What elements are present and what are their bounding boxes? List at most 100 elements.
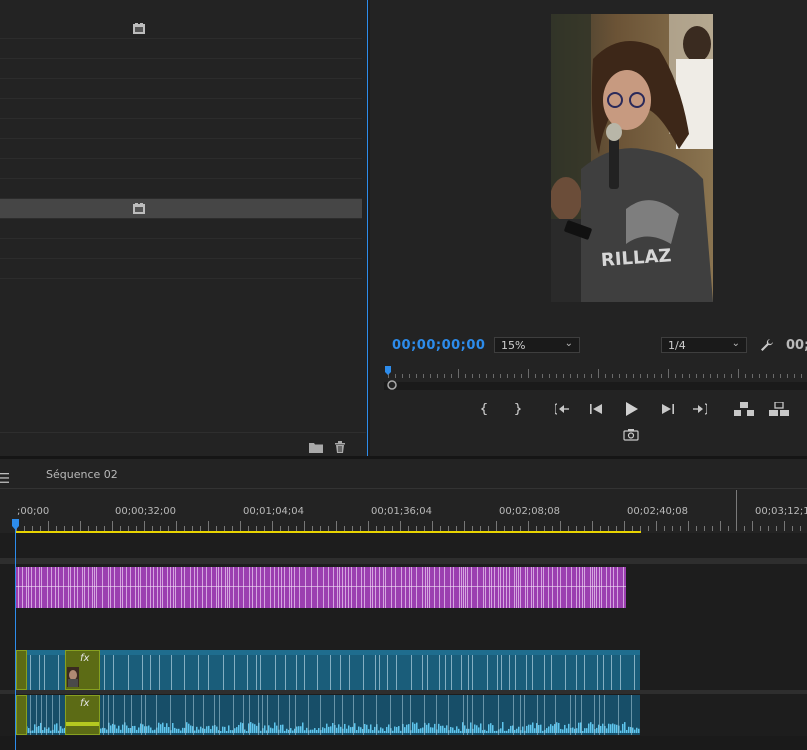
project-row[interactable] [0, 59, 362, 79]
export-frame-icon[interactable] [623, 428, 639, 442]
edit-line [416, 567, 417, 608]
edit-line [427, 567, 428, 608]
edit-line [216, 567, 217, 608]
project-row[interactable] [0, 239, 362, 259]
waveform-bar [194, 730, 196, 733]
extract-icon[interactable] [769, 402, 789, 416]
edit-line [233, 695, 234, 735]
waveform-bar [490, 723, 492, 733]
edit-line [229, 567, 230, 608]
waveform-bar [474, 724, 476, 733]
project-row[interactable] [0, 179, 362, 199]
mark-in-icon[interactable] [481, 403, 489, 415]
scrub-handle[interactable] [387, 380, 397, 390]
edit-line [58, 567, 59, 608]
waveform-bar [530, 724, 532, 733]
waveform-bar [558, 722, 560, 733]
edit-line [618, 695, 619, 735]
waveform-bar [234, 728, 236, 733]
ruler-tick [664, 526, 665, 531]
lift-icon[interactable] [734, 402, 754, 416]
go-to-out-icon[interactable] [693, 403, 707, 415]
go-to-in-icon[interactable] [555, 403, 569, 415]
sequence-tab[interactable]: Séquence 02 [46, 468, 118, 481]
edit-line [219, 695, 220, 735]
folder-icon[interactable] [309, 441, 323, 453]
waveform-bar [300, 726, 302, 733]
project-row[interactable] [0, 119, 362, 139]
ruler-tick [272, 521, 273, 531]
ruler-tick [682, 374, 683, 378]
edit-line [170, 695, 171, 735]
edit-line [576, 567, 577, 608]
multicam-icon [133, 23, 145, 34]
waveform-bar [272, 728, 274, 733]
video-clip-green[interactable] [16, 650, 27, 690]
ruler-tick [712, 526, 713, 531]
waveform-bar [504, 730, 506, 733]
project-row[interactable] [0, 99, 362, 119]
waveform-bar [106, 729, 108, 733]
edit-line [284, 567, 285, 608]
edit-line [422, 567, 423, 608]
play-icon[interactable] [625, 402, 638, 416]
waveform-bar [430, 727, 432, 733]
edit-line [483, 695, 484, 735]
edit-line [489, 567, 490, 608]
waveform-bar [152, 730, 154, 733]
project-row[interactable] [0, 159, 362, 179]
waveform-bar [120, 729, 122, 733]
step-forward-icon[interactable] [661, 403, 674, 415]
edit-line [181, 567, 182, 608]
project-row[interactable] [0, 139, 362, 159]
edit-line [317, 650, 318, 690]
waveform-bar [336, 727, 338, 733]
waveform-bar [582, 730, 584, 733]
ruler-tick [437, 374, 438, 378]
edit-line [494, 567, 495, 608]
waveform-bar [552, 725, 554, 733]
project-row[interactable] [0, 219, 362, 239]
ruler-label: ;00;00 [17, 506, 50, 517]
zoom-dropdown[interactable]: 15% ⌄ [494, 337, 580, 353]
edit-line [334, 695, 335, 735]
footer-divider [0, 432, 366, 433]
project-row[interactable] [0, 259, 362, 279]
mark-out-icon[interactable] [513, 403, 521, 415]
edit-line [467, 695, 468, 735]
project-row[interactable] [0, 79, 362, 99]
waveform-bar [364, 723, 366, 733]
program-time-ruler[interactable] [384, 366, 807, 392]
edit-line [39, 650, 40, 690]
edit-line [160, 567, 161, 608]
audio-clip-green[interactable] [16, 695, 27, 735]
audio-clip-fx[interactable]: fx [65, 695, 100, 735]
edit-line [274, 567, 275, 608]
edit-line [330, 650, 331, 690]
resolution-dropdown[interactable]: 1/4 ⌄ [661, 337, 747, 353]
waveform-bar [406, 724, 408, 733]
waveform-bar [568, 723, 570, 733]
edit-line [247, 650, 248, 690]
waveform-bar [488, 724, 490, 733]
project-row[interactable] [0, 39, 362, 59]
edit-line [450, 567, 451, 608]
project-row[interactable] [0, 19, 362, 39]
step-back-icon[interactable] [590, 403, 603, 415]
timeline-playhead[interactable] [12, 519, 20, 531]
hamburger-icon[interactable] [0, 471, 9, 485]
edit-line [114, 567, 115, 608]
project-row-selected[interactable] [0, 199, 362, 219]
program-playhead[interactable] [385, 366, 391, 375]
edit-line [28, 567, 29, 608]
waveform-bar [330, 726, 332, 733]
video-clip-fx[interactable]: fx [65, 650, 100, 690]
trash-icon[interactable] [333, 441, 347, 453]
edit-line [544, 650, 545, 690]
purple-clip-strip[interactable] [16, 567, 626, 608]
edit-line [582, 567, 583, 608]
wrench-icon[interactable] [760, 338, 774, 352]
waveform-bar [372, 730, 374, 733]
edit-line [401, 567, 402, 608]
program-timecode[interactable]: 00;00;00;00 [392, 338, 485, 353]
